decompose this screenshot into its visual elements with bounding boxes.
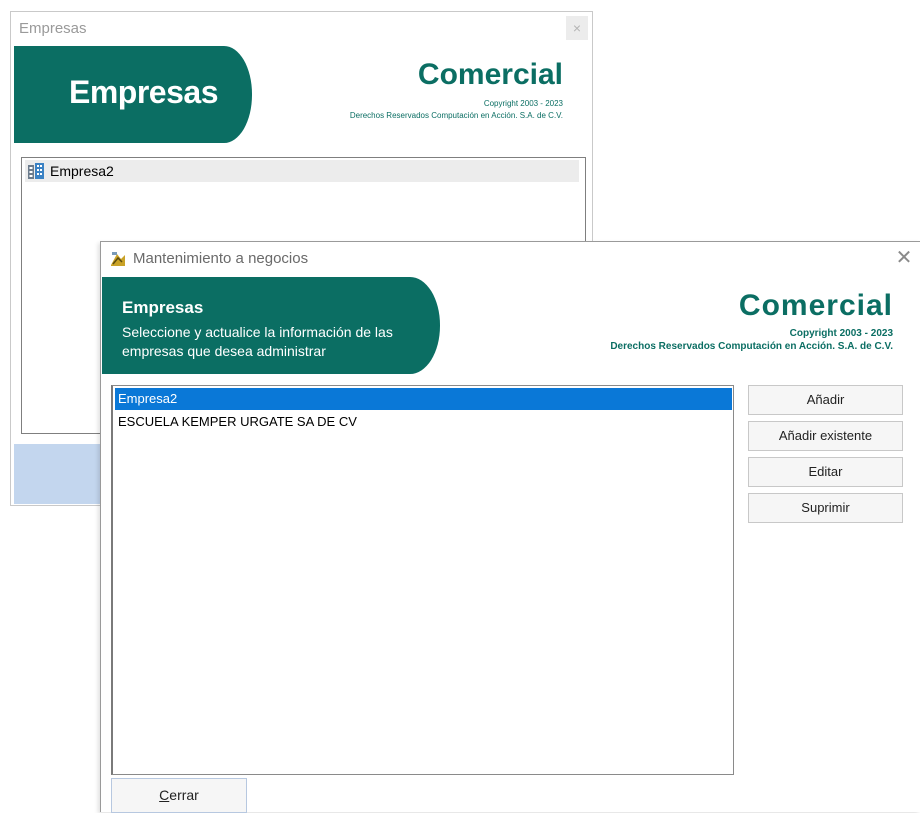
list-item[interactable]: Empresa2 — [115, 388, 732, 410]
empresas-titlebar[interactable]: Empresas × — [11, 12, 592, 44]
copyright-text: Copyright 2003 - 2023 — [483, 99, 563, 108]
delete-button[interactable]: Suprimir — [748, 493, 903, 523]
close-button[interactable]: Cerrar — [111, 778, 247, 813]
rights-text: Derechos Reservados Computación en Acció… — [349, 111, 563, 120]
building-icon — [28, 163, 44, 179]
dialog-titlebar[interactable]: Mantenimiento a negocios ✕ — [101, 242, 920, 274]
add-existing-button[interactable]: Añadir existente — [748, 421, 903, 451]
bottom-panel — [14, 444, 114, 504]
banner-title: Empresas — [122, 298, 204, 317]
rights-text: Derechos Reservados Computación en Acció… — [610, 341, 893, 352]
app-icon — [111, 252, 125, 266]
banner-description: Seleccione y actualice la información de… — [122, 324, 393, 359]
brand-logo: Comercial — [417, 58, 563, 91]
tree-item[interactable]: Empresa2 — [25, 160, 579, 182]
banner-title: Empresas — [69, 74, 218, 110]
maintenance-dialog: Mantenimiento a negocios ✕ Empresas Sele… — [100, 241, 920, 813]
dialog-title: Mantenimiento a negocios — [133, 250, 309, 267]
brand-logo: Comercial — [738, 289, 893, 322]
empresas-window-title: Empresas — [19, 20, 87, 37]
companies-list[interactable]: Empresa2 ESCUELA KEMPER URGATE SA DE CV — [111, 385, 734, 775]
dialog-banner: Empresas Seleccione y actualice la infor… — [102, 277, 440, 374]
close-button-mnemonic: C — [159, 787, 170, 803]
add-button[interactable]: Añadir — [748, 385, 903, 415]
empresas-banner: Empresas — [14, 46, 252, 143]
copyright-text: Copyright 2003 - 2023 — [789, 328, 893, 339]
tree-item-label: Empresa2 — [50, 163, 114, 179]
close-button-label: errar — [169, 787, 199, 803]
list-item[interactable]: ESCUELA KEMPER URGATE SA DE CV — [115, 411, 732, 433]
edit-button[interactable]: Editar — [748, 457, 903, 487]
close-icon[interactable]: × — [566, 16, 588, 40]
close-icon[interactable]: ✕ — [890, 244, 918, 272]
